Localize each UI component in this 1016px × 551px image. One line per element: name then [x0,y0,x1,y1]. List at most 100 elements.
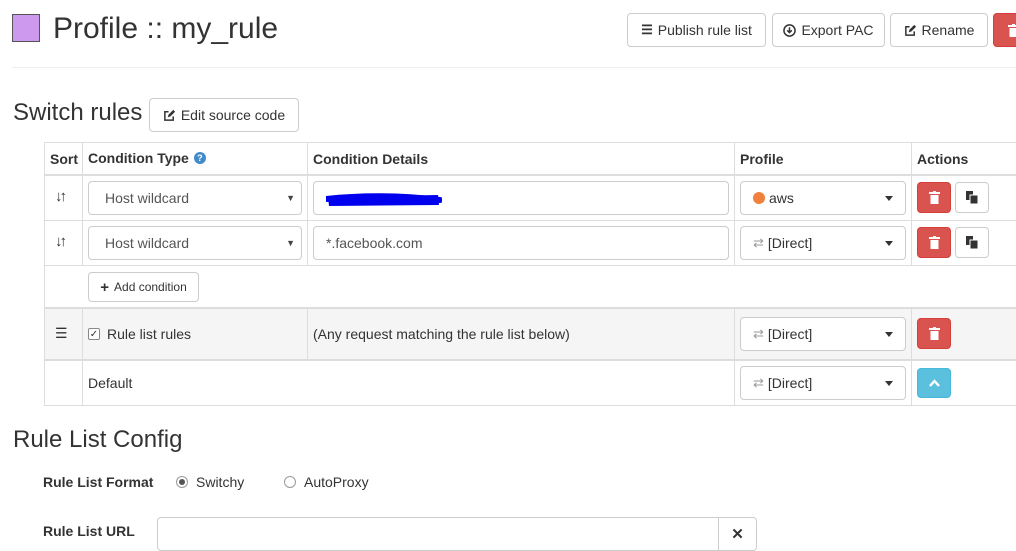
trash-icon [1008,24,1016,37]
condition-type-select[interactable]: Host wildcard ▼ [88,226,302,260]
add-condition-label: Add condition [114,280,187,294]
caret-down-icon [885,196,893,201]
col-border [44,142,45,406]
delete-rule-button[interactable] [917,227,951,258]
column-header-condition-details: Condition Details [313,151,428,167]
col-border [307,308,308,360]
redaction-scribble [326,191,442,209]
format-option-switchy: Switchy [196,474,244,490]
sort-handle-icon[interactable]: ↓↑ [55,233,64,250]
condition-details-input[interactable]: *.facebook.com [313,226,729,260]
rule-list-details: (Any request matching the rule list belo… [313,326,570,342]
table-border-bottom [44,405,1016,406]
sort-handle-icon[interactable]: ↓↑ [55,188,64,205]
profile-select[interactable]: ⇄ [Direct] [740,226,906,260]
publish-rule-list-button[interactable]: ☰ Publish rule list [627,13,766,47]
rename-label: Rename [922,22,975,38]
clear-url-button[interactable]: ✕ [718,517,757,551]
rename-button[interactable]: Rename [890,13,988,47]
condition-type-value: Host wildcard [105,235,189,251]
default-profile-select[interactable]: ⇄ [Direct] [740,366,906,400]
clone-rule-button[interactable] [955,182,989,213]
profile-value: [Direct] [768,375,812,391]
download-icon [783,24,796,37]
condition-type-select[interactable]: Host wildcard ▼ [88,181,302,215]
chevron-up-icon [929,379,940,387]
copy-icon [966,236,978,249]
column-header-profile: Profile [740,151,784,167]
plus-icon: + [100,279,109,296]
column-header-actions: Actions [917,151,968,167]
row-border [44,307,1016,309]
format-radio-switchy[interactable] [176,476,188,488]
profile-value: [Direct] [768,235,812,251]
row-border [44,359,1016,361]
caret-down-icon [885,241,893,246]
col-border [307,142,308,266]
table-border-top [44,142,1016,143]
help-icon[interactable]: ? [194,152,206,164]
switch-rules-heading: Switch rules [13,98,142,128]
select-arrow-icon: ▼ [286,238,295,248]
move-up-button[interactable] [917,368,951,398]
delete-rule-list-button[interactable] [917,318,951,349]
row-border [44,220,1016,221]
condition-details-value: *.facebook.com [326,235,423,251]
list-icon: ☰ [641,22,653,38]
col-border [734,142,735,266]
export-pac-label: Export PAC [801,22,873,38]
profile-value: aws [769,190,794,206]
rule-list-format-label: Rule List Format [43,474,153,490]
copy-icon [966,191,978,204]
edit-icon [163,109,176,122]
transfer-icon: ⇄ [753,326,764,342]
transfer-icon: ⇄ [753,235,764,251]
page-title: Profile :: my_rule [53,10,278,48]
default-label: Default [88,375,132,391]
column-header-sort: Sort [50,151,78,167]
column-header-condition-type-label: Condition Type [88,150,189,166]
rule-list-rules-checkbox[interactable]: ✓ [88,328,100,340]
rule-list-url-label: Rule List URL [43,523,135,539]
list-icon: ☰ [55,325,68,342]
rule-list-profile-select[interactable]: ⇄ [Direct] [740,317,906,351]
trash-icon [929,191,940,204]
caret-down-icon [885,332,893,337]
transfer-icon: ⇄ [753,375,764,391]
profile-value: [Direct] [768,326,812,342]
delete-rule-button[interactable] [917,182,951,213]
delete-profile-button[interactable] [993,13,1016,47]
close-icon: ✕ [731,525,744,543]
radio-dot [179,479,185,485]
format-option-autoproxy: AutoProxy [304,474,369,490]
add-condition-button[interactable]: + Add condition [88,272,199,302]
col-border [911,308,912,406]
trash-icon [929,327,940,340]
publish-rule-list-label: Publish rule list [658,22,752,38]
profile-select[interactable]: aws [740,181,906,215]
condition-type-value: Host wildcard [105,190,189,206]
format-radio-autoproxy[interactable] [284,476,296,488]
rule-list-config-heading: Rule List Config [13,425,182,455]
header-bottom-border [44,174,1016,176]
globe-icon [753,192,765,204]
row-border [44,265,1016,266]
col-border [82,142,83,266]
clone-rule-button[interactable] [955,227,989,258]
header-divider [12,67,1016,68]
trash-icon [929,236,940,249]
caret-down-icon [885,381,893,386]
export-pac-button[interactable]: Export PAC [772,13,885,47]
edit-icon [904,24,917,37]
col-border [82,308,83,406]
col-border [734,308,735,406]
edit-source-code-label: Edit source code [181,107,285,123]
edit-source-code-button[interactable]: Edit source code [149,98,299,132]
condition-details-input[interactable] [313,181,729,215]
rule-list-url-input[interactable] [157,517,719,551]
col-border [911,142,912,266]
column-header-condition-type: Condition Type ? [88,150,206,166]
select-arrow-icon: ▼ [286,193,295,203]
rule-list-rules-label: Rule list rules [107,326,191,342]
profile-color-swatch [12,14,40,42]
